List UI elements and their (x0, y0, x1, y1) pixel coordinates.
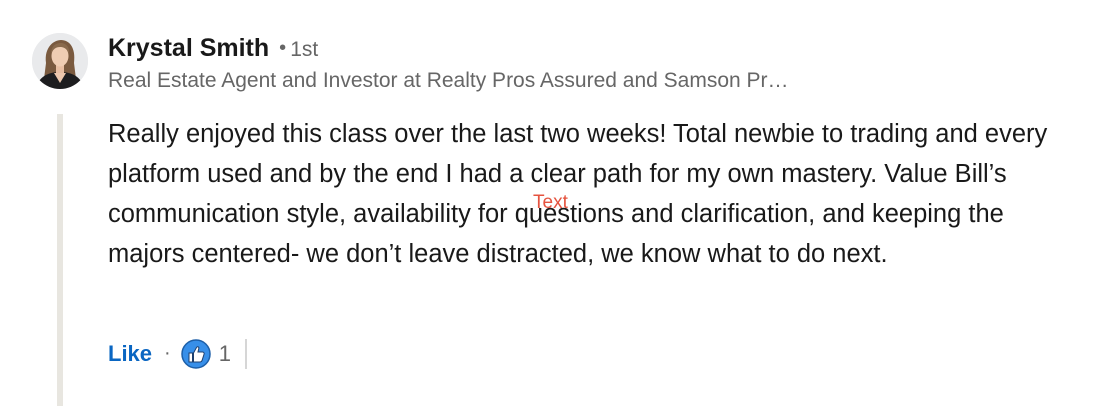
comment-card: Krystal Smith • 1st Real Estate Agent and … (0, 0, 1106, 406)
separator-dot: • (279, 37, 287, 59)
action-separator: · (164, 341, 171, 364)
profile-photo (32, 33, 88, 89)
comment-body: Really enjoyed this class over the last … (108, 120, 1048, 268)
author-headline: Real Estate Agent and Investor at Realty… (108, 69, 789, 92)
comment-header: Krystal Smith • 1st (108, 34, 318, 63)
thumbs-up-icon[interactable] (180, 339, 211, 369)
text-annotation-label: Text (533, 192, 568, 213)
reaction-count[interactable]: 1 (219, 341, 231, 367)
action-divider (244, 339, 247, 369)
like-button[interactable]: Like (108, 341, 152, 367)
avatar[interactable] (32, 33, 88, 89)
thread-line (57, 114, 63, 406)
connection-degree: 1st (290, 38, 319, 61)
comment-actions: Like · 1 (108, 336, 247, 372)
author-name[interactable]: Krystal Smith (108, 34, 269, 62)
